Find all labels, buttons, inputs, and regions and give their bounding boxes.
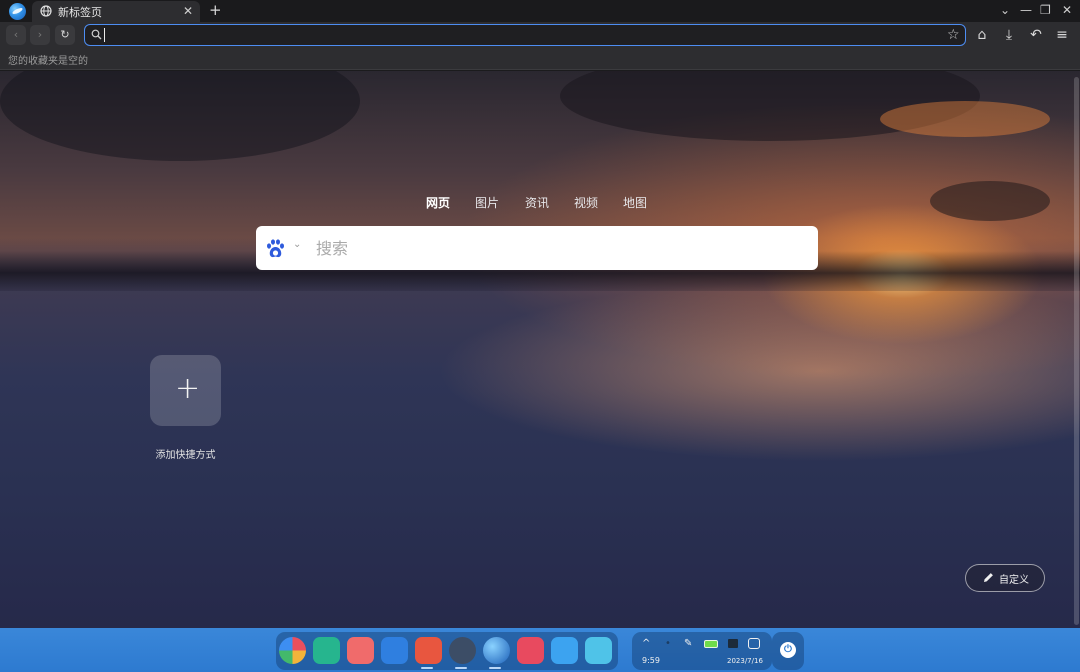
clock-time[interactable]: 9:59 — [642, 656, 660, 665]
battery-icon[interactable] — [704, 640, 718, 648]
close-window-button[interactable]: ✕ — [1062, 2, 1072, 18]
calendar-icon[interactable] — [381, 637, 408, 664]
plus-icon: + — [175, 371, 201, 406]
file-manager-icon[interactable] — [313, 637, 340, 664]
control-center-icon[interactable] — [748, 638, 760, 649]
network-icon[interactable]: • — [665, 638, 671, 650]
dock — [276, 632, 618, 670]
add-shortcut-button[interactable]: + — [150, 355, 221, 426]
back-button[interactable]: ‹ — [6, 25, 26, 45]
app-store-icon[interactable] — [347, 637, 374, 664]
tab-map[interactable]: 地图 — [623, 195, 647, 211]
terminal-icon[interactable] — [517, 637, 544, 664]
launcher-icon[interactable] — [279, 637, 306, 664]
baidu-icon[interactable] — [265, 238, 286, 259]
download-icon[interactable]: ⤓ — [999, 25, 1019, 45]
search-category-tabs: 网页 图片 资讯 视频 地图 — [416, 195, 656, 213]
title-bar: 新标签页 ✕ + ⌄ — ❐ ✕ — [0, 0, 1080, 22]
tab-title: 新标签页 — [58, 6, 102, 19]
new-tab-button[interactable]: + — [209, 1, 222, 19]
page-scrollbar[interactable] — [1074, 77, 1079, 625]
restore-button[interactable]: ❐ — [1040, 2, 1051, 18]
clock-date[interactable]: 2023/7/16 — [727, 657, 763, 665]
url-input[interactable] — [105, 27, 925, 43]
notification-icon[interactable] — [728, 639, 738, 648]
browser-icon[interactable] — [483, 637, 510, 664]
taskbar: ^ • ✎ 9:59 2023/7/16 ⏻ — [0, 628, 1080, 672]
address-bar[interactable]: ☆ — [84, 24, 966, 46]
search-icon — [91, 29, 102, 40]
wallpaper-cloud — [930, 181, 1050, 221]
tab-images[interactable]: 图片 — [475, 195, 499, 211]
tab-video[interactable]: 视频 — [574, 195, 598, 211]
bookmark-star-icon[interactable]: ☆ — [947, 26, 960, 44]
search-box: ⌄ — [256, 226, 818, 270]
navigation-bar: ‹ › ↻ ☆ ⌂ ⤓ ↶ ≡ — [0, 22, 1080, 48]
running-indicator — [421, 667, 433, 669]
archive-manager-icon[interactable] — [585, 637, 612, 664]
power-icon: ⏻ — [780, 642, 796, 658]
running-indicator — [489, 667, 501, 669]
customize-label: 自定义 — [999, 575, 1029, 586]
minimize-button[interactable]: — — [1020, 2, 1032, 18]
browser-logo-icon[interactable] — [9, 3, 26, 20]
forward-button[interactable]: › — [30, 25, 50, 45]
tab-list-dropdown-icon[interactable]: ⌄ — [1000, 2, 1010, 18]
pencil-icon — [984, 573, 993, 582]
chevron-down-icon[interactable]: ⌄ — [293, 239, 301, 250]
tab-close-icon[interactable]: ✕ — [183, 3, 193, 19]
mail-icon[interactable] — [415, 637, 442, 664]
settings-gear-icon[interactable] — [449, 637, 476, 664]
chevron-up-icon[interactable]: ^ — [642, 638, 650, 650]
undo-icon[interactable]: ↶ — [1026, 25, 1046, 45]
power-button[interactable]: ⏻ — [772, 632, 804, 670]
tab-new-tab[interactable]: 新标签页 ✕ — [32, 1, 200, 22]
pen-icon[interactable]: ✎ — [684, 638, 692, 650]
menu-icon[interactable]: ≡ — [1052, 25, 1072, 45]
globe-icon — [40, 5, 52, 17]
add-shortcut-label: 添加快捷方式 — [155, 450, 216, 461]
customize-button[interactable]: 自定义 — [965, 564, 1045, 592]
reload-button[interactable]: ↻ — [55, 25, 75, 45]
tab-news[interactable]: 资讯 — [525, 195, 549, 211]
wallpaper-cloud — [0, 71, 360, 161]
new-tab-page: 网页 图片 资讯 视频 地图 ⌄ + 添加快捷方式 自定义 — [0, 71, 1080, 628]
store-icon[interactable]: ⌂ — [972, 25, 992, 45]
image-viewer-icon[interactable] — [551, 637, 578, 664]
system-tray: ^ • ✎ 9:59 2023/7/16 — [632, 632, 772, 670]
tab-web[interactable]: 网页 — [426, 195, 450, 211]
running-indicator — [455, 667, 467, 669]
bookmarks-bar: 您的收藏夹是空的 — [0, 48, 1080, 70]
search-input[interactable] — [316, 237, 806, 259]
bookmarks-empty-text: 您的收藏夹是空的 — [8, 56, 88, 67]
wallpaper-cloud — [880, 101, 1050, 137]
